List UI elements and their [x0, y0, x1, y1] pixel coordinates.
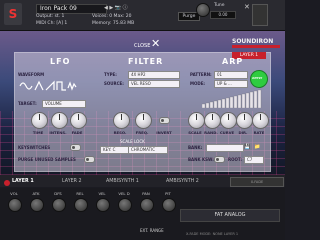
vel-d-knob[interactable] — [118, 198, 132, 212]
arp-mode-label: MODE: — [190, 81, 206, 86]
key-dropdown[interactable]: KEY: C — [100, 146, 130, 154]
scale-lock-label: SCALE LOCK — [120, 139, 145, 144]
filter-freq-label: FREQ. — [135, 130, 149, 135]
dfs-label: DFS — [54, 191, 62, 196]
xfade-mode-label[interactable]: X-FADE MODE: NONE LAYER 1 — [186, 232, 238, 236]
arp-pattern-dropdown[interactable]: 01 — [214, 71, 248, 79]
square-wave-icon — [56, 81, 66, 91]
tab-ambisynth-1[interactable]: AMBISYNTH 1 — [106, 179, 139, 184]
vol-label: VOL — [10, 191, 18, 196]
lfo-fade-knob[interactable] — [70, 112, 87, 129]
target-dropdown[interactable]: VOLUME — [42, 100, 86, 108]
atk-knob[interactable] — [30, 198, 44, 212]
filter-type-label: TYPE: — [104, 72, 117, 77]
pan-label: PAN — [142, 191, 150, 196]
pan-knob[interactable] — [140, 198, 154, 212]
voices-label: Voices: 0 Max: 20 — [92, 14, 132, 19]
brand-underline — [232, 45, 280, 48]
save-icon[interactable]: 💾 — [244, 144, 250, 150]
arp-scale-knob[interactable] — [188, 112, 205, 129]
filter-source-label: SOURCE: — [104, 81, 124, 86]
arp-curve-knob[interactable] — [220, 112, 237, 129]
bank-ksw-label: BANK KSW: — [188, 157, 214, 162]
folder-icon[interactable]: 📁 — [254, 144, 260, 150]
filter-freq-knob[interactable] — [135, 112, 152, 129]
filter-reso-knob[interactable] — [113, 112, 130, 129]
arp-mode-dropdown[interactable]: UP & ... — [214, 80, 248, 88]
brand-logo: SOUNDIRON — [232, 38, 274, 45]
pit-knob[interactable] — [162, 198, 176, 212]
preset-name-display[interactable]: FAT ANALOG — [180, 209, 280, 222]
waveform-label: WAVEFORM — [18, 72, 45, 77]
lfo-title: LFO — [50, 57, 71, 66]
waveform-selector[interactable] — [18, 80, 78, 92]
vel-knob[interactable] — [96, 198, 110, 212]
bank-ksw-toggle[interactable] — [214, 156, 225, 163]
memory-label: Memory: 75.83 MB — [92, 21, 135, 26]
arp-dir-knob[interactable] — [236, 112, 253, 129]
triangle-wave-icon — [34, 80, 44, 91]
vol-knob[interactable] — [8, 198, 22, 212]
tune-value[interactable]: 0.00 — [210, 11, 236, 19]
target-label: TARGET: — [18, 101, 37, 106]
arp-pattern-label: PATTERN: — [190, 72, 212, 77]
keyswitches-label: KEYSWITCHES — [18, 145, 51, 150]
arp-rate-label: RATE — [253, 130, 265, 135]
filter-invert-toggle[interactable] — [159, 117, 170, 124]
arp-apply-label: APPLY — [252, 76, 263, 80]
dfs-knob[interactable] — [52, 198, 66, 212]
scale-dropdown[interactable]: CHROMATIC — [128, 146, 168, 154]
tune-label: Tune — [214, 3, 225, 8]
close-icon[interactable]: ✕ — [151, 38, 160, 49]
lfo-time-label: TIME — [32, 130, 44, 135]
xfade-slider[interactable]: X-FADE — [230, 177, 284, 187]
filter-type-dropdown[interactable]: 4X HP2 — [128, 71, 180, 79]
rel-knob[interactable] — [74, 198, 88, 212]
range-label: EXT. RANGE — [140, 228, 164, 233]
lfo-time-knob[interactable] — [31, 112, 48, 129]
root-dropdown[interactable]: C7 — [244, 156, 264, 164]
keyswitches-toggle[interactable] — [70, 144, 81, 151]
filter-invert-label: INVERT — [156, 130, 172, 135]
lfo-intensity-knob[interactable] — [51, 112, 68, 129]
rel-label: REL — [76, 191, 84, 196]
filter-title: FILTER — [128, 57, 164, 66]
arp-title: ARP — [222, 57, 244, 66]
tab-ambisynth-2[interactable]: AMBISYNTH 2 — [166, 179, 199, 184]
output-label[interactable]: Output: st. 1 — [36, 14, 64, 19]
filter-source-dropdown[interactable]: VEL RESO — [128, 80, 180, 88]
lfo-fade-label: FADE — [71, 130, 83, 135]
midi-label[interactable]: MIDI Ch: [A] 1 — [36, 21, 67, 26]
random-wave-icon — [67, 81, 77, 91]
bank-label: BANK: — [188, 145, 203, 150]
preset-nav-arrows-icon[interactable]: ◀ ▶ 📷 ⓘ — [104, 4, 128, 11]
bank-dropdown[interactable] — [206, 144, 244, 152]
arp-rate-knob[interactable] — [252, 112, 269, 129]
vel-label: VEL — [98, 191, 106, 196]
close-label[interactable]: CLOSE — [134, 43, 150, 49]
purge-unused-toggle[interactable] — [84, 156, 95, 163]
layer1-power-icon[interactable] — [4, 180, 10, 186]
instrument-name-field[interactable]: Iron Pack 09 — [36, 4, 107, 14]
tab-layer-2[interactable]: LAYER 2 — [62, 179, 82, 184]
root-label: ROOT: — [228, 157, 242, 162]
aux-meter — [252, 4, 268, 26]
tune-knob[interactable] — [196, 3, 210, 17]
vel-d-label: VEL D — [118, 191, 130, 196]
filter-reso-label: RESO. — [113, 130, 127, 135]
atk-label: ATK — [32, 191, 40, 196]
arp-rand-knob[interactable] — [204, 112, 221, 129]
kontakt-logo-icon: S — [4, 3, 22, 25]
saw-wave-icon — [45, 80, 55, 91]
close-instrument-icon[interactable]: ✕ — [244, 3, 250, 11]
sine-wave-icon — [19, 82, 33, 90]
pit-label: PIT — [165, 191, 171, 196]
tab-layer-1[interactable]: LAYER 1 — [12, 179, 34, 184]
arp-step-sequencer[interactable] — [202, 88, 264, 108]
instrument-header: S Iron Pack 09 ◀ ▶ 📷 ⓘ Output: st. 1 MID… — [0, 0, 285, 31]
purge-unused-label: PURGE UNUSED SAMPLES — [18, 157, 76, 162]
